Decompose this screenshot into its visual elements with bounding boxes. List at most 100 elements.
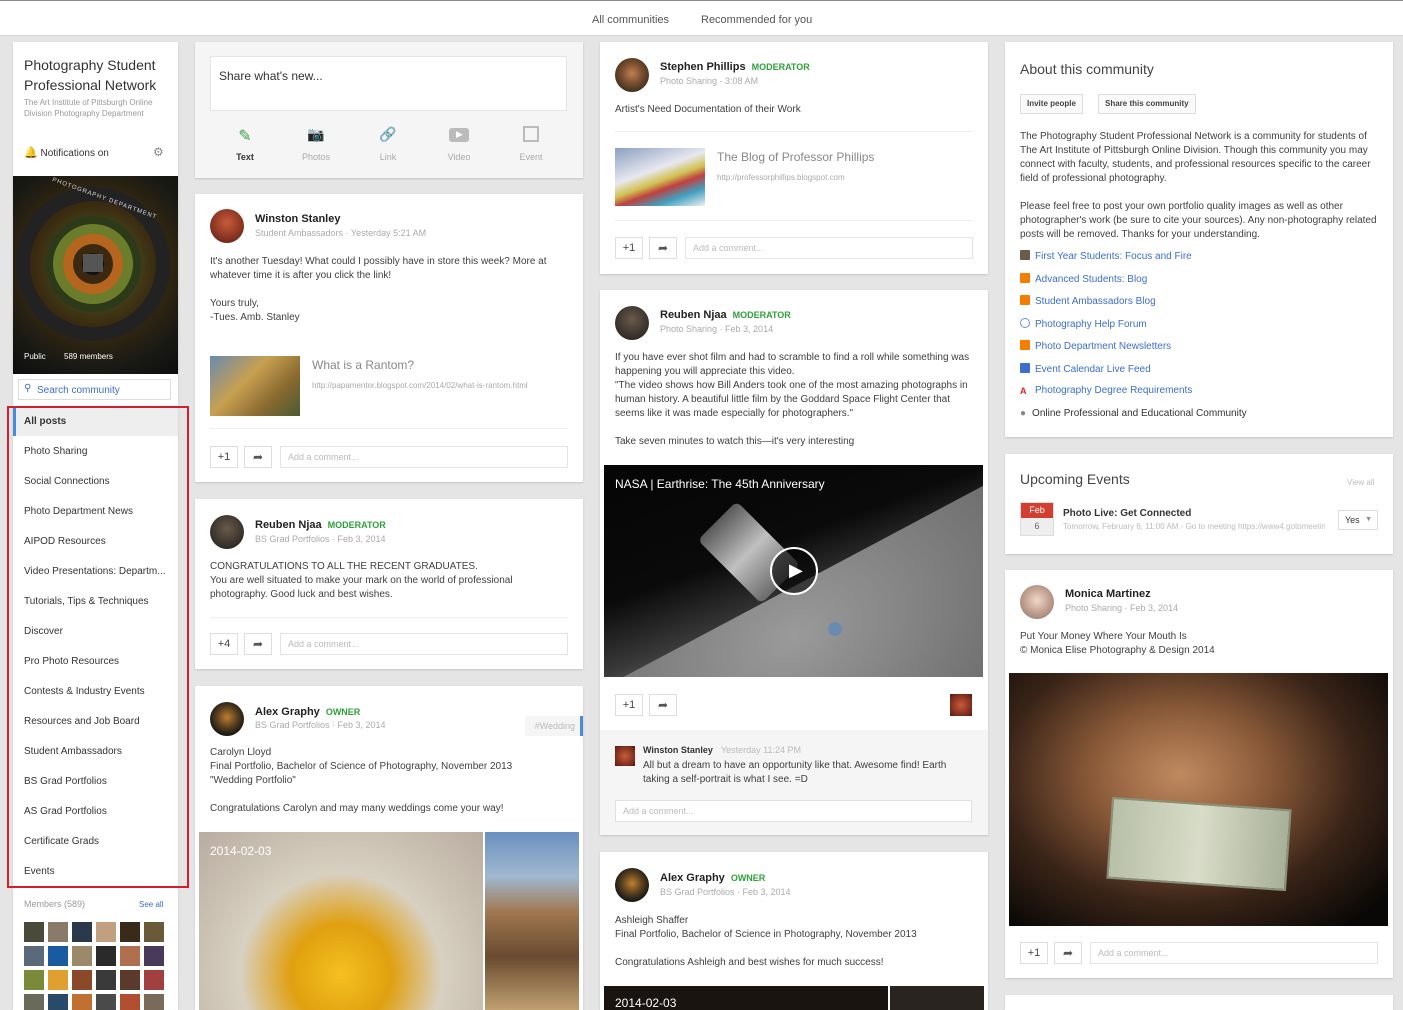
member-avatar[interactable] — [24, 994, 44, 1010]
member-avatar[interactable] — [72, 994, 92, 1010]
avatar[interactable] — [615, 746, 635, 766]
avatar[interactable] — [210, 702, 244, 736]
member-avatar[interactable] — [144, 922, 164, 942]
member-avatar[interactable] — [120, 994, 140, 1010]
member-avatar[interactable] — [24, 922, 44, 942]
member-avatar[interactable] — [96, 922, 116, 942]
member-avatar[interactable] — [72, 922, 92, 942]
member-avatar[interactable] — [24, 970, 44, 990]
link-title[interactable]: The Blog of Professor Phillips — [717, 150, 874, 164]
see-all-members-link[interactable]: See all — [139, 900, 163, 909]
member-avatar[interactable] — [72, 970, 92, 990]
comment-author[interactable]: Winston Stanley Yesterday 11:24 PM — [643, 745, 801, 755]
avatar[interactable] — [210, 515, 244, 549]
community-cover-image: PHOTOGRAPHY DEPARTMENT Public 589 member… — [13, 176, 178, 374]
plus-one-button[interactable]: +4 — [210, 633, 238, 655]
portrait-photo[interactable] — [1009, 673, 1388, 926]
share-icon[interactable]: ➦ — [649, 694, 677, 716]
share-community-button[interactable]: Share this community — [1098, 94, 1196, 114]
member-avatar[interactable] — [96, 994, 116, 1010]
link-preview-image[interactable] — [615, 148, 705, 206]
plus-one-button[interactable]: +1 — [615, 237, 643, 259]
share-text-label[interactable]: Text — [227, 152, 263, 162]
comment-input[interactable]: Add a comment... — [1090, 942, 1378, 964]
camera-icon[interactable]: 📷 — [306, 126, 326, 143]
share-icon[interactable]: ➦ — [244, 446, 272, 468]
member-avatar[interactable] — [144, 946, 164, 966]
about-link[interactable]: A Photography Degree Requirements — [1020, 385, 1192, 396]
author-name[interactable]: Reuben Njaa MODERATOR — [255, 519, 386, 531]
avatar[interactable] — [210, 209, 244, 243]
about-link[interactable]: Student Ambassadors Blog — [1020, 295, 1156, 307]
member-avatar[interactable] — [72, 946, 92, 966]
link-url[interactable]: http://professorphillips.blogspot.com — [717, 173, 845, 182]
member-avatar[interactable] — [96, 970, 116, 990]
comment-input[interactable]: Add a comment... — [280, 633, 568, 655]
share-link-label[interactable]: Link — [370, 152, 406, 162]
comment-input[interactable]: Add a comment... — [280, 446, 568, 468]
rsvp-dropdown[interactable]: Yes ▼ — [1338, 510, 1378, 530]
share-input[interactable]: Share what's new... — [210, 56, 567, 111]
member-avatar[interactable] — [120, 970, 140, 990]
member-avatar[interactable] — [144, 970, 164, 990]
about-link[interactable]: Photo Department Newsletters — [1020, 340, 1171, 352]
plus-one-button[interactable]: +1 — [210, 446, 238, 468]
member-avatar[interactable] — [96, 946, 116, 966]
avatar[interactable] — [615, 868, 649, 902]
portfolio-photo-main[interactable]: 2014-02-03 — [604, 986, 888, 1010]
avatar[interactable] — [1020, 585, 1054, 619]
commenter-avatar[interactable] — [950, 694, 972, 716]
member-avatar[interactable] — [24, 946, 44, 966]
author-name[interactable]: Stephen Phillips MODERATOR — [660, 61, 810, 73]
member-avatar[interactable] — [120, 922, 140, 942]
about-link[interactable]: First Year Students: Focus and Fire — [1020, 250, 1192, 262]
member-avatar[interactable] — [144, 994, 164, 1010]
comment-input[interactable]: Add a comment... — [685, 237, 973, 259]
gear-icon[interactable]: ⚙ — [153, 145, 164, 159]
member-avatar[interactable] — [120, 946, 140, 966]
search-input[interactable]: ⚲ Search community — [18, 379, 171, 400]
notifications-toggle[interactable]: 🔔 Notifications on — [24, 146, 109, 159]
share-icon[interactable]: ➦ — [1054, 942, 1082, 964]
author-name[interactable]: Alex Graphy OWNER — [660, 872, 765, 884]
wedding-photo-side[interactable] — [485, 832, 579, 1010]
about-link[interactable]: Advanced Students: Blog — [1020, 273, 1147, 285]
event-name[interactable]: Photo Live: Get Connected — [1063, 508, 1191, 519]
avatar[interactable] — [615, 306, 649, 340]
share-icon[interactable]: ➦ — [649, 237, 677, 259]
avatar[interactable] — [615, 58, 649, 92]
wedding-photo-main[interactable]: 2014-02-03 — [199, 832, 483, 1010]
member-avatar[interactable] — [48, 922, 68, 942]
link-preview-image[interactable] — [210, 356, 300, 416]
share-icon[interactable]: ➦ — [244, 633, 272, 655]
view-all-events-link[interactable]: View all — [1347, 478, 1374, 487]
author-name[interactable]: Monica Martinez — [1065, 588, 1151, 600]
tab-recommended[interactable]: Recommended for you — [701, 14, 812, 26]
tab-all-communities[interactable]: All communities — [592, 14, 669, 26]
about-link[interactable]: Event Calendar Live Feed — [1020, 363, 1151, 375]
play-button[interactable]: ▶ — [770, 547, 818, 595]
member-avatar[interactable] — [48, 994, 68, 1010]
link-title[interactable]: What is a Rantom? — [312, 358, 414, 372]
video-player[interactable]: NASA | Earthrise: The 45th Anniversary ▶ — [604, 465, 983, 677]
share-event-label[interactable]: Event — [513, 152, 549, 162]
author-name[interactable]: Reuben Njaa MODERATOR — [660, 309, 791, 321]
pencil-icon[interactable]: ✎ — [235, 126, 255, 146]
video-icon[interactable]: ▶ — [449, 128, 469, 142]
share-photos-label[interactable]: Photos — [298, 152, 334, 162]
author-name[interactable]: Winston Stanley — [255, 213, 340, 225]
author-name[interactable]: Alex Graphy OWNER — [255, 706, 360, 718]
member-avatar[interactable] — [48, 970, 68, 990]
plus-one-button[interactable]: +1 — [615, 694, 643, 716]
link-url[interactable]: http://papamentor.blogspot.com/2014/02/w… — [312, 381, 528, 390]
share-video-label[interactable]: Video — [441, 152, 477, 162]
comment-input[interactable]: Add a comment... — [615, 800, 972, 822]
calendar-icon[interactable] — [523, 126, 539, 142]
invite-people-button[interactable]: Invite people — [1020, 94, 1083, 114]
portfolio-photo-side[interactable] — [890, 986, 984, 1010]
plus-one-button[interactable]: +1 — [1020, 942, 1048, 964]
hashtag-label[interactable]: #Wedding — [525, 716, 583, 736]
link-icon[interactable]: 🔗 — [378, 126, 398, 143]
about-link[interactable]: Photography Help Forum — [1020, 318, 1147, 330]
member-avatar[interactable] — [48, 946, 68, 966]
